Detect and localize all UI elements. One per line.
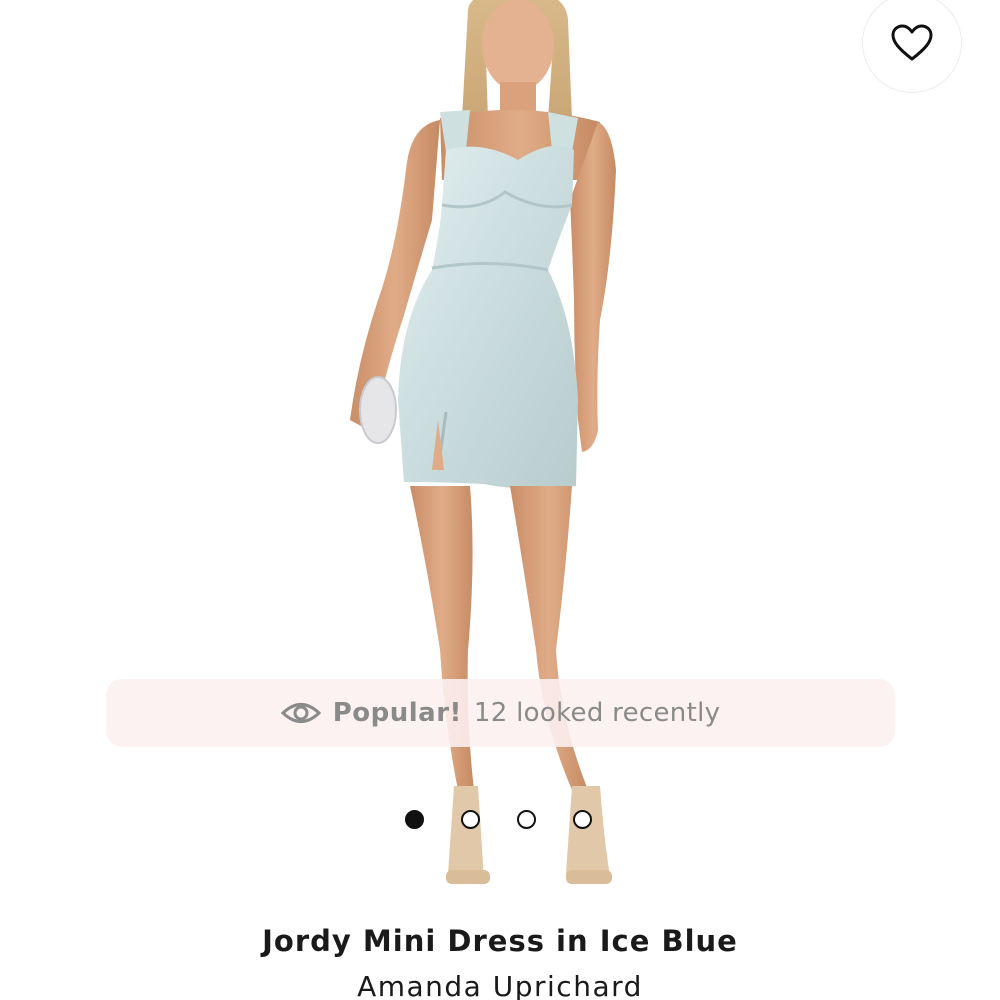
product-brand[interactable]: Amanda Uprichard: [0, 970, 1000, 1000]
popular-label: Popular!: [332, 698, 462, 728]
carousel-dot-1[interactable]: [405, 810, 424, 829]
product-image[interactable]: [0, 0, 1000, 910]
carousel-dot-4[interactable]: [573, 810, 592, 829]
product-title: Jordy Mini Dress in Ice Blue: [262, 924, 738, 958]
popular-banner: Popular! 12 looked recently: [106, 679, 895, 747]
product-detail-screen: Popular! 12 looked recently Jordy Mini D…: [0, 0, 1000, 1000]
carousel-dot-2[interactable]: [461, 810, 480, 829]
popular-count-text: 12 looked recently: [473, 698, 721, 728]
carousel-dot-3[interactable]: [517, 810, 536, 829]
carousel-pagination: [405, 810, 592, 829]
eye-icon: [280, 700, 321, 726]
model-photo: [350, 0, 616, 884]
heart-outline-icon: [891, 24, 933, 61]
